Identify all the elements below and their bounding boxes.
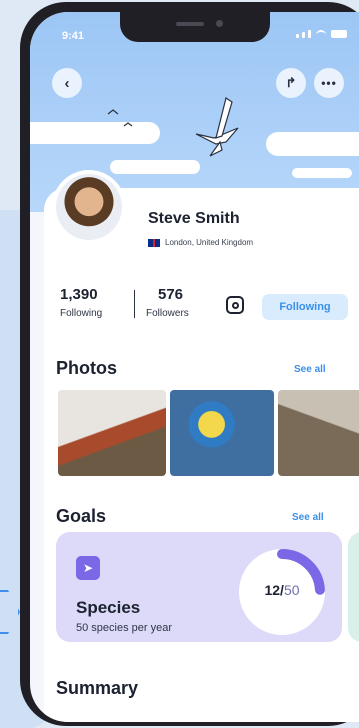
photos-see-all[interactable]: See all	[294, 364, 326, 375]
seagull-illustration	[195, 97, 239, 157]
following-label: Following	[60, 308, 103, 319]
cloud-shape	[292, 168, 352, 178]
following-button[interactable]: Following	[262, 294, 348, 320]
status-icons	[296, 30, 347, 38]
uk-flag-icon	[148, 238, 160, 247]
instagram-lens	[231, 301, 239, 309]
photo-robin[interactable]	[58, 390, 166, 476]
followers-count[interactable]: 576	[158, 286, 183, 303]
profile-location: London, United Kingdom	[148, 238, 253, 247]
phone-frame: 9:41 ‹ ↱ ••• Steve Smith London, United …	[20, 2, 359, 726]
goal-total: 50	[283, 582, 300, 598]
more-button[interactable]: •••	[314, 68, 344, 98]
profile-screen: 9:41 ‹ ↱ ••• Steve Smith London, United …	[30, 12, 359, 722]
wifi-icon	[316, 30, 326, 38]
share-button[interactable]: ↱	[276, 68, 306, 98]
goal-subtitle: 50 species per year	[76, 622, 172, 634]
bird-icon: ➤	[76, 556, 100, 580]
status-time: 9:41	[62, 30, 85, 42]
signal-icon	[296, 34, 299, 38]
more-icon: •••	[321, 76, 337, 90]
goal-progress-text: 12/50	[238, 582, 326, 598]
photo-blue-tit[interactable]	[170, 390, 274, 476]
signal-icon	[308, 30, 311, 38]
profile-name: Steve Smith	[148, 210, 240, 227]
goal-current: 12	[264, 582, 281, 598]
camera-dot	[216, 20, 223, 27]
signal-icon	[302, 32, 305, 38]
goal-card-next[interactable]	[348, 532, 359, 642]
back-icon: ‹	[64, 74, 70, 92]
battery-icon	[331, 30, 347, 38]
distant-birds	[107, 109, 133, 127]
goal-title: Species	[76, 598, 141, 617]
speaker-grille	[176, 22, 204, 26]
photos-title: Photos	[56, 358, 117, 378]
cloud-shape	[266, 132, 359, 156]
goals-title: Goals	[56, 506, 107, 526]
avatar[interactable]	[52, 170, 126, 244]
cloud-shape	[110, 160, 200, 174]
share-icon: ↱	[285, 75, 297, 90]
back-button[interactable]: ‹	[52, 68, 82, 98]
following-count[interactable]: 1,390	[60, 286, 98, 303]
followers-label: Followers	[146, 308, 189, 319]
phone-notch	[120, 12, 270, 42]
stats-divider	[134, 290, 135, 318]
location-text: London, United Kingdom	[165, 238, 254, 247]
instagram-icon[interactable]	[226, 296, 244, 314]
avatar-photo	[56, 174, 122, 240]
photo-long-tailed-tit[interactable]	[278, 390, 359, 476]
goals-see-all[interactable]: See all	[292, 512, 324, 523]
summary-title: Summary	[56, 678, 139, 698]
